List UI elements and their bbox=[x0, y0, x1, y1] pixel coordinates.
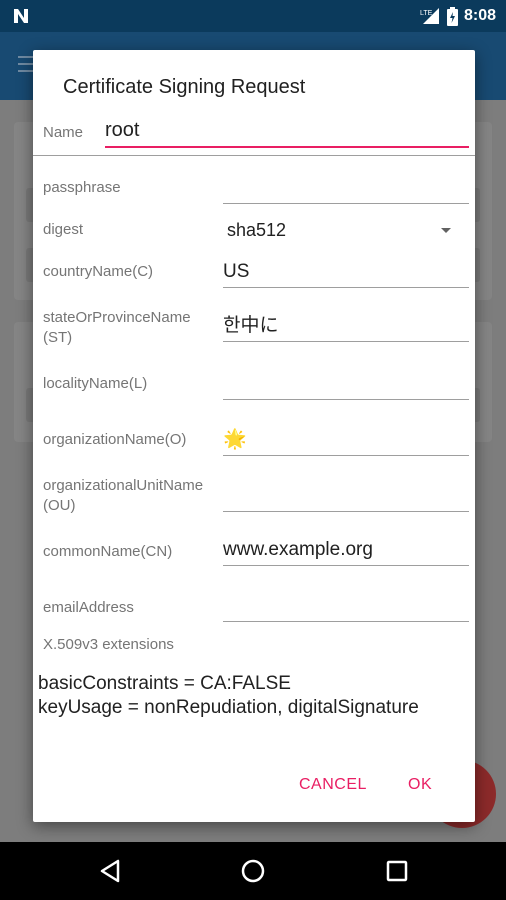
name-input[interactable]: root bbox=[105, 116, 469, 148]
svg-text:LTE: LTE bbox=[420, 10, 433, 17]
recents-icon[interactable] bbox=[384, 858, 410, 884]
dialog-title: Certificate Signing Request bbox=[63, 76, 306, 98]
state-label: stateOrProvinceName (ST) bbox=[43, 309, 191, 346]
passphrase-input[interactable] bbox=[223, 174, 469, 204]
name-label: Name bbox=[43, 124, 84, 141]
email-label: emailAddress bbox=[43, 599, 134, 616]
cancel-button[interactable]: CANCEL bbox=[299, 776, 367, 794]
battery-charging-icon bbox=[446, 6, 458, 26]
status-time: 8:08 bbox=[463, 7, 496, 24]
back-icon[interactable] bbox=[98, 858, 124, 884]
lte-signal-icon: LTE bbox=[420, 8, 439, 24]
ok-button[interactable]: OK bbox=[408, 776, 432, 794]
extensions-textarea[interactable]: basicConstraints = CA:FALSE keyUsage = n… bbox=[38, 672, 475, 720]
state-input[interactable]: 한中に bbox=[223, 312, 469, 342]
passphrase-label: passphrase bbox=[43, 179, 121, 196]
org-unit-label: organizationalUnitName(OU) bbox=[43, 477, 204, 514]
digest-dropdown[interactable]: sha512 bbox=[223, 216, 469, 246]
notification-n-icon bbox=[14, 9, 28, 23]
common-name-input[interactable]: www.example.org bbox=[223, 536, 469, 566]
extensions-label: X.509v3 extensions bbox=[43, 636, 174, 653]
digest-label: digest bbox=[43, 221, 84, 238]
home-icon[interactable] bbox=[240, 858, 266, 884]
status-bar: LTE 8:08 bbox=[0, 0, 506, 32]
email-input[interactable] bbox=[223, 592, 469, 622]
organization-input[interactable]: 🌟 bbox=[223, 426, 469, 456]
org-unit-input[interactable] bbox=[223, 482, 469, 512]
digest-value: sha512 bbox=[227, 220, 287, 240]
navigation-bar bbox=[0, 842, 506, 900]
divider bbox=[33, 155, 475, 156]
common-name-label: commonName(CN) bbox=[43, 543, 173, 560]
locality-input[interactable] bbox=[223, 370, 469, 400]
csr-dialog: Certificate Signing Request Name root pa… bbox=[33, 50, 475, 822]
locality-label: localityName(L) bbox=[43, 375, 148, 392]
country-input[interactable]: US bbox=[223, 258, 469, 288]
dropdown-arrow-icon bbox=[441, 228, 451, 233]
organization-label: organizationName(O) bbox=[43, 431, 187, 448]
country-label: countryName(C) bbox=[43, 263, 154, 280]
